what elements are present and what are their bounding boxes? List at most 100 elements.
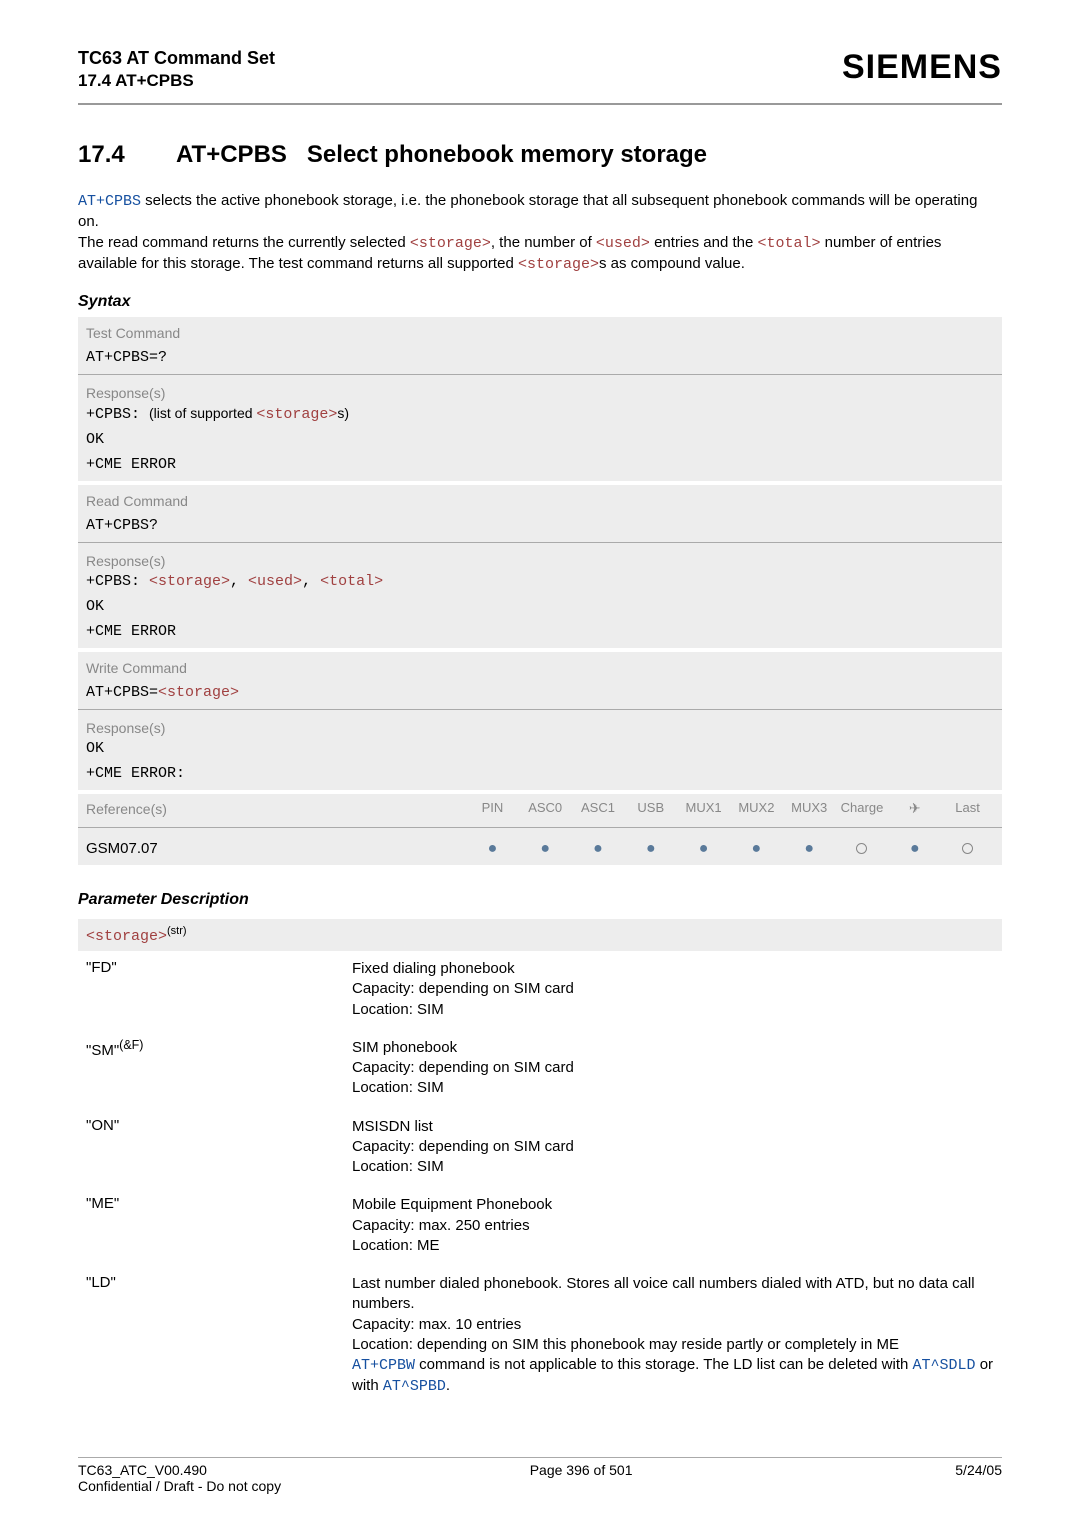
doc-title: TC63 AT Command Set	[78, 48, 275, 69]
read-response-label: Response(s)	[78, 547, 1002, 569]
param-desc-me: Mobile Equipment Phonebook Capacity: max…	[344, 1187, 1002, 1266]
ld-cpbw: AT+CPBW	[352, 1357, 415, 1374]
test-command-header: Test Command	[78, 317, 1002, 345]
ld-l4a: command is not applicable to this storag…	[415, 1356, 913, 1373]
dot-icon: ●	[752, 840, 762, 857]
section-title-cmd: AT+CPBS	[176, 141, 287, 168]
siemens-logo: SIEMENS	[842, 48, 1002, 87]
me-l1: Mobile Equipment Phonebook	[352, 1196, 552, 1213]
reference-label: Reference(s)	[86, 801, 466, 817]
dot-icon: ●	[646, 840, 656, 857]
param-description-heading: Parameter Description	[78, 891, 1002, 909]
read-command-value: AT+CPBS?	[78, 513, 1002, 538]
param-key-me: "ME"	[78, 1187, 344, 1266]
divider	[78, 542, 1002, 543]
fd-l3: Location: SIM	[352, 1001, 444, 1018]
ref-h-pin: PIN	[466, 800, 519, 817]
doc-subtitle: 17.4 AT+CPBS	[78, 71, 275, 91]
sm-l2: Capacity: depending on SIM card	[352, 1059, 574, 1076]
sm-l1: SIM phonebook	[352, 1039, 457, 1056]
on-l3: Location: SIM	[352, 1158, 444, 1175]
ld-l3: Location: depending on SIM this phoneboo…	[352, 1336, 899, 1353]
ref-h-usb: USB	[624, 800, 677, 817]
intro-p1: selects the active phonebook storage, i.…	[78, 192, 977, 230]
footer-left: TC63_ATC_V00.490	[78, 1462, 207, 1478]
ref-h-asc1: ASC1	[572, 800, 625, 817]
test-resp-txt: (list of supported	[149, 405, 256, 421]
divider	[78, 709, 1002, 710]
test-resp-cpbs: +CPBS:	[86, 406, 149, 423]
intro-p2a: The read command returns the currently s…	[78, 234, 410, 251]
section-title-text: Select phonebook memory storage	[307, 141, 707, 168]
divider	[78, 827, 1002, 828]
param-desc-ld: Last number dialed phonebook. Stores all…	[344, 1266, 1002, 1408]
divider	[78, 374, 1002, 375]
param-desc-fd: Fixed dialing phonebook Capacity: depend…	[344, 951, 1002, 1030]
intro-p2b: , the number of	[491, 234, 596, 251]
intro-storage: <storage>	[410, 235, 491, 252]
ld-sdld: AT^SDLD	[913, 1357, 976, 1374]
write-cme: +CME ERROR:	[78, 761, 1002, 790]
read-resp-total: <total>	[320, 573, 383, 590]
ld-l2: Capacity: max. 10 entries	[352, 1316, 521, 1333]
on-l1: MSISDN list	[352, 1118, 433, 1135]
read-resp-used: <used>	[248, 573, 302, 590]
on-l2: Capacity: depending on SIM card	[352, 1138, 574, 1155]
sm-key: "SM"	[86, 1042, 119, 1059]
test-command-value: AT+CPBS=?	[78, 345, 1002, 370]
dot-icon: ●	[910, 840, 920, 857]
sm-sup: (&F)	[119, 1038, 143, 1052]
write-ok: OK	[78, 736, 1002, 761]
dot-open-icon	[856, 843, 867, 854]
intro-storage2: <storage>	[518, 256, 599, 273]
dot-icon: ●	[488, 840, 498, 857]
param-storage-sup: (str)	[167, 925, 187, 937]
ref-h-charge: Charge	[836, 800, 889, 817]
read-command-panel: Read Command AT+CPBS? Response(s) +CPBS:…	[78, 485, 1002, 648]
dot-icon: ●	[540, 840, 550, 857]
param-key-ld: "LD"	[78, 1266, 344, 1408]
write-command-panel: Write Command AT+CPBS=<storage> Response…	[78, 652, 1002, 790]
fd-l1: Fixed dialing phonebook	[352, 960, 515, 977]
table-row: "ON" MSISDN list Capacity: depending on …	[78, 1109, 1002, 1188]
read-ok: OK	[78, 594, 1002, 619]
param-key-on: "ON"	[78, 1109, 344, 1188]
section-number: 17.4	[78, 141, 176, 169]
write-command-header: Write Command	[78, 652, 1002, 680]
table-row: "LD" Last number dialed phonebook. Store…	[78, 1266, 1002, 1408]
ref-h-mux2: MUX2	[730, 800, 783, 817]
param-desc-on: MSISDN list Capacity: depending on SIM c…	[344, 1109, 1002, 1188]
test-cme: +CME ERROR	[78, 452, 1002, 481]
read-cme: +CME ERROR	[78, 619, 1002, 648]
test-response-line: +CPBS: (list of supported <storage>s)	[78, 401, 1002, 427]
header-rule	[78, 103, 1002, 105]
me-l3: Location: ME	[352, 1237, 440, 1254]
ref-h-mux1: MUX1	[677, 800, 730, 817]
param-storage: <storage>	[86, 928, 167, 945]
ref-h-asc0: ASC0	[519, 800, 572, 817]
intro-p2c: entries and the	[650, 234, 758, 251]
write-cmd-arg: <storage>	[158, 684, 239, 701]
dot-open-icon	[962, 843, 973, 854]
ref-h-mux3: MUX3	[783, 800, 836, 817]
syntax-heading: Syntax	[78, 293, 1002, 311]
footer-confidential: Confidential / Draft - Do not copy	[78, 1478, 1002, 1494]
fd-l2: Capacity: depending on SIM card	[352, 980, 574, 997]
sep: ,	[230, 573, 248, 590]
write-command-value: AT+CPBS=<storage>	[78, 680, 1002, 705]
sm-l3: Location: SIM	[352, 1079, 444, 1096]
read-response-line: +CPBS: <storage>, <used>, <total>	[78, 569, 1002, 594]
intro-paragraph: AT+CPBS selects the active phonebook sto…	[78, 191, 1002, 275]
write-response-label: Response(s)	[78, 714, 1002, 736]
intro-cmd: AT+CPBS	[78, 193, 141, 210]
read-resp-storage: <storage>	[149, 573, 230, 590]
dot-icon: ●	[804, 840, 814, 857]
read-resp-pre: +CPBS:	[86, 573, 149, 590]
page-footer: TC63_ATC_V00.490 Page 396 of 501 5/24/05…	[78, 1450, 1002, 1494]
ld-l1: Last number dialed phonebook. Stores all…	[352, 1275, 975, 1312]
param-storage-tag: <storage>(str)	[78, 919, 1002, 951]
table-row: "FD" Fixed dialing phonebook Capacity: d…	[78, 951, 1002, 1030]
write-cmd-pre: AT+CPBS=	[86, 684, 158, 701]
param-table: "FD" Fixed dialing phonebook Capacity: d…	[78, 951, 1002, 1408]
test-resp-txt2: s)	[337, 405, 349, 421]
